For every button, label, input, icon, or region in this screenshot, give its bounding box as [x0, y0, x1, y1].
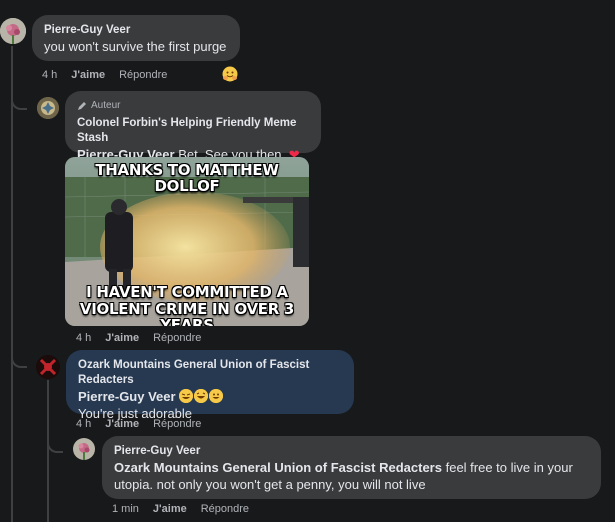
- comment-actions: 4 h J'aime Répondre: [76, 332, 201, 344]
- like-button[interactable]: J'aime: [153, 503, 187, 515]
- avatar[interactable]: [73, 438, 95, 460]
- mention-link[interactable]: Pierre-Guy Veer: [78, 389, 176, 404]
- avatar[interactable]: [0, 18, 26, 44]
- reply-button[interactable]: Répondre: [201, 503, 249, 515]
- comment-author[interactable]: Pierre-Guy Veer: [114, 444, 589, 459]
- comment-author[interactable]: Pierre-Guy Veer: [44, 23, 228, 38]
- flower-avatar-icon: [73, 438, 95, 460]
- comment-time[interactable]: 4 h: [76, 332, 91, 344]
- comment-author[interactable]: Colonel Forbin's Helping Friendly Meme S…: [77, 116, 309, 146]
- comment-text-line: Pierre-Guy Veer: [78, 388, 342, 405]
- reply-button[interactable]: Répondre: [153, 418, 201, 430]
- red-emblem-avatar-icon: [36, 355, 60, 379]
- comment-actions: 1 min J'aime Répondre: [112, 503, 249, 515]
- comment-time[interactable]: 4 h: [42, 69, 57, 81]
- meme-top-caption: THANKS TO MATTHEW DOLLOF: [95, 161, 279, 195]
- reply-button[interactable]: Répondre: [119, 69, 167, 81]
- meme-image[interactable]: THANKS TO MATTHEW DOLLOF I HAVEN'T COMMI…: [65, 157, 309, 326]
- like-button[interactable]: J'aime: [105, 418, 139, 430]
- comment-text: you won't survive the first purge: [44, 39, 227, 54]
- comment-bubble: Pierre-Guy Veer you won't survive the fi…: [32, 15, 240, 61]
- thread-connector: [11, 330, 27, 368]
- thread-connector: [11, 80, 27, 110]
- thread-connector: [47, 425, 63, 453]
- comment-actions: 4 h J'aime Répondre: [42, 69, 167, 81]
- comment-bubble-highlighted: Ozark Mountains General Union of Fascist…: [66, 350, 354, 421]
- author-badge: Auteur: [77, 99, 309, 112]
- reply-button[interactable]: Répondre: [153, 332, 201, 344]
- like-button[interactable]: J'aime: [71, 69, 105, 81]
- comment-text-line: Ozark Mountains General Union of Fascist…: [114, 459, 589, 493]
- thread-line-sub: [47, 380, 49, 522]
- rolling-laughing-icon: [179, 389, 194, 403]
- comment-actions: 4 h J'aime Répondre: [76, 418, 201, 430]
- avatar[interactable]: [36, 355, 60, 379]
- emblem-avatar-icon: [37, 97, 59, 119]
- comment-author[interactable]: Ozark Mountains General Union of Fascist…: [78, 358, 342, 388]
- mention-link[interactable]: Ozark Mountains General Union of Fascist…: [114, 460, 442, 475]
- comment-bubble: Auteur Colonel Forbin's Helping Friendly…: [65, 91, 321, 162]
- pencil-icon: [78, 101, 86, 110]
- avatar[interactable]: [37, 97, 59, 119]
- hug-face-icon[interactable]: [222, 66, 238, 82]
- laughing-icon: [194, 389, 209, 403]
- thread-line-main: [11, 46, 13, 522]
- grinning-icon: [209, 389, 224, 403]
- comment-bubble: Pierre-Guy Veer Ozark Mountains General …: [102, 436, 601, 499]
- meme-bottom-caption-line2: VIOLENT CRIME IN OVER 3 YEARS: [79, 300, 295, 326]
- meme-bottom-caption-line1: I HAVEN'T COMMITTED A: [86, 283, 288, 301]
- comment-time[interactable]: 4 h: [76, 418, 91, 430]
- flower-avatar-icon: [0, 18, 26, 44]
- comment-time[interactable]: 1 min: [112, 503, 139, 515]
- author-badge-label: Auteur: [91, 100, 121, 111]
- like-button[interactable]: J'aime: [105, 332, 139, 344]
